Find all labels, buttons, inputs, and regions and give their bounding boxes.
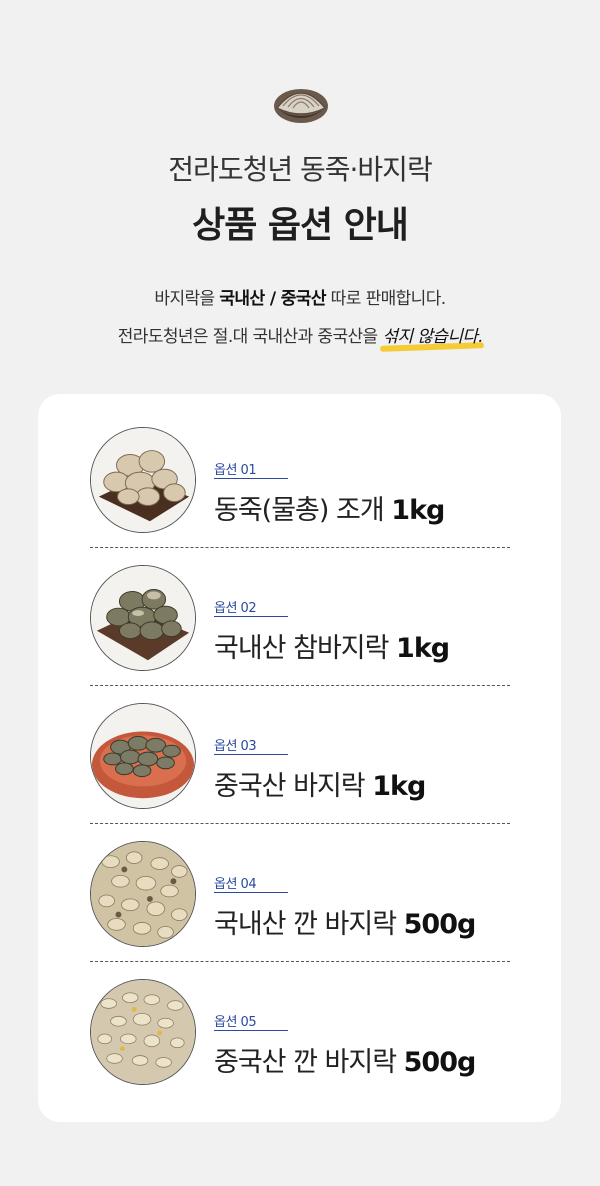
- description-line1-prefix: 바지락을: [154, 289, 220, 309]
- option-name-text: 국내산 참바지락: [214, 633, 397, 664]
- option-name-text: 중국산 깐 바지락: [214, 1047, 404, 1078]
- shucked-clam-meat-photo: [90, 841, 196, 947]
- option-label-underline: [214, 616, 288, 617]
- option-label-underline: [214, 892, 288, 893]
- description-line1-bold: 국내산 / 중국산: [219, 289, 326, 309]
- page-title-line2: 상품 옵션 안내: [192, 205, 409, 246]
- option-item[interactable]: 옵션 03 중국산 바지락 1kg: [90, 686, 510, 824]
- option-label: 옵션 03: [214, 739, 257, 754]
- option-weight: 1kg: [391, 495, 445, 526]
- option-name-text: 국내산 깐 바지락: [214, 909, 404, 940]
- option-label-underline: [214, 754, 288, 755]
- option-label-underline: [214, 478, 288, 479]
- option-weight: 1kg: [372, 771, 426, 802]
- clam-icon: [274, 89, 328, 123]
- option-item[interactable]: 옵션 02 국내산 참바지락 1kg: [90, 548, 510, 686]
- option-item[interactable]: 옵션 05 중국산 깐 바지락 500g: [90, 962, 510, 1100]
- shucked-clam-meat-photo: [90, 979, 196, 1085]
- option-name-text: 동죽(물총) 조개: [214, 495, 392, 526]
- description-line1-suffix: 따로 판매합니다.: [325, 289, 447, 309]
- option-item[interactable]: 옵션 01 동죽(물총) 조개 1kg: [90, 410, 510, 548]
- description-line1: 바지락을 국내산 / 중국산 따로 판매합니다.: [0, 284, 600, 309]
- options-card: 옵션 01 동죽(물총) 조개 1kg 옵션 02 국내산 참바지락 1kg 옵…: [38, 394, 561, 1122]
- option-name-text: 중국산 바지락: [214, 771, 373, 802]
- option-label: 옵션 02: [214, 601, 257, 616]
- option-label-underline: [214, 1030, 288, 1031]
- option-label: 옵션 05: [214, 1015, 257, 1030]
- option-name: 국내산 깐 바지락 500g: [214, 902, 477, 941]
- option-item[interactable]: 옵션 04 국내산 깐 바지락 500g: [90, 824, 510, 962]
- page-title-line1: 전라도청년 동죽·바지락: [168, 153, 432, 186]
- manila-clams-on-board-photo: [90, 565, 196, 671]
- option-weight: 500g: [403, 1047, 477, 1078]
- option-weight: 500g: [403, 909, 477, 940]
- description-line2: 전라도청년은 절.대 국내산과 중국산을 섞지 않습니다.: [0, 322, 600, 347]
- option-name: 국내산 참바지락 1kg: [214, 626, 450, 665]
- description-line2-prefix: 전라도청년은 절.대 국내산과 중국산을: [117, 327, 378, 347]
- option-weight: 1kg: [396, 633, 450, 664]
- option-name: 중국산 깐 바지락 500g: [214, 1040, 477, 1079]
- option-name: 동죽(물총) 조개 1kg: [214, 488, 445, 527]
- option-label: 옵션 01: [214, 463, 257, 478]
- clams-on-red-plate-photo: [90, 703, 196, 809]
- handwritten-emphasis: 섞지 않습니다.: [382, 322, 482, 347]
- clams-on-wooden-board-photo: [90, 427, 196, 533]
- option-name: 중국산 바지락 1kg: [214, 764, 426, 803]
- option-label: 옵션 04: [214, 877, 257, 892]
